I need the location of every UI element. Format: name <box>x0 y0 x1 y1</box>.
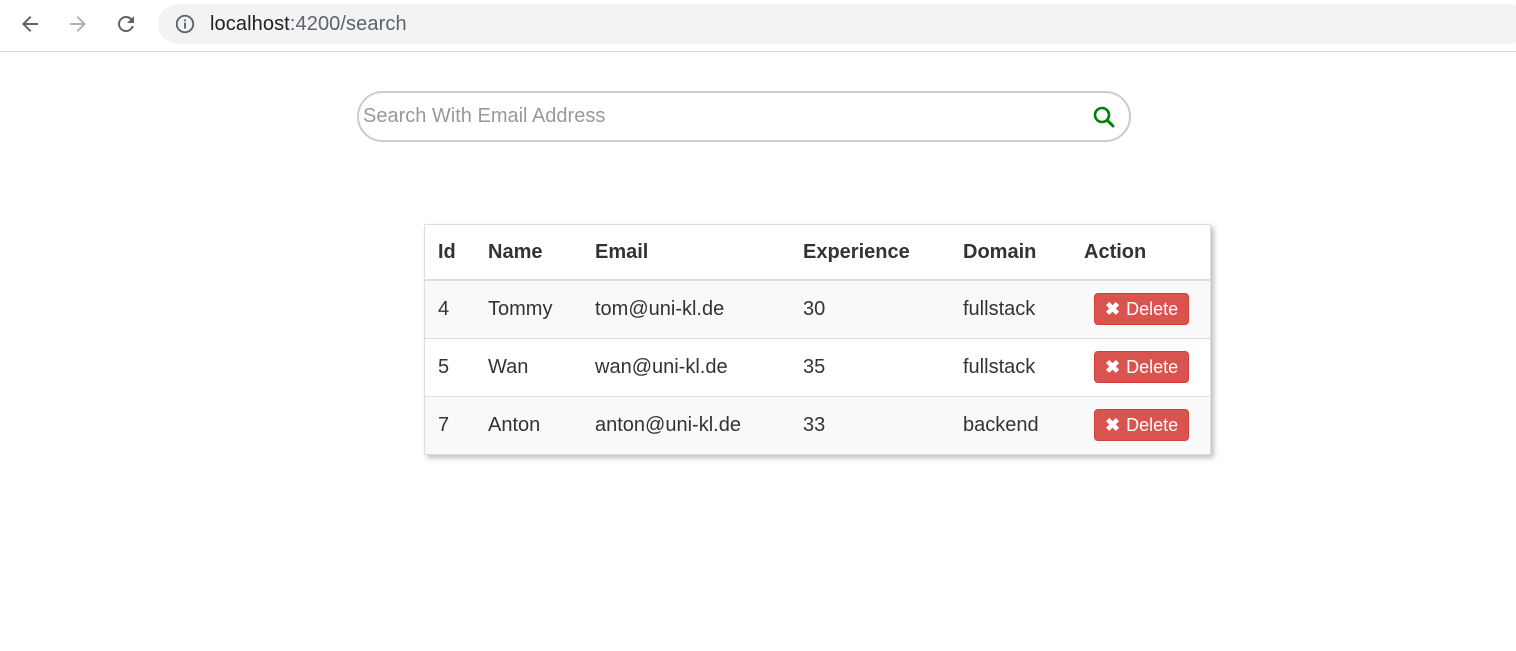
url-text: localhost:4200/search <box>210 13 407 36</box>
reload-button[interactable] <box>110 8 142 40</box>
header-email: Email <box>582 225 790 281</box>
search-input[interactable] <box>359 93 1091 140</box>
header-domain: Domain <box>950 225 1071 281</box>
cell-action: ✖ Delete <box>1071 395 1210 454</box>
cell-action: ✖ Delete <box>1071 280 1210 338</box>
cell-id: 7 <box>425 395 475 454</box>
close-icon: ✖ <box>1105 415 1121 436</box>
cell-experience: 30 <box>790 280 950 338</box>
results-table-card: Id Name Email Experience Domain Action 4… <box>424 224 1211 455</box>
delete-label: Delete <box>1126 414 1179 435</box>
search-icon[interactable] <box>1091 104 1117 130</box>
cell-email: tom@uni-kl.de <box>582 280 790 338</box>
back-button[interactable] <box>14 8 46 40</box>
url-host: localhost <box>210 12 290 35</box>
url-path: :4200/search <box>289 12 407 35</box>
table-header-row: Id Name Email Experience Domain Action <box>425 225 1210 281</box>
cell-id: 5 <box>425 337 475 396</box>
cell-email: anton@uni-kl.de <box>582 395 790 454</box>
cell-name: Anton <box>475 395 582 454</box>
delete-label: Delete <box>1126 356 1179 377</box>
cell-domain: fullstack <box>950 280 1071 338</box>
delete-label: Delete <box>1126 298 1179 319</box>
table-row: 5 Wan wan@uni-kl.de 35 fullstack ✖ Delet… <box>425 337 1210 396</box>
info-icon[interactable] <box>174 13 196 35</box>
cell-domain: backend <box>950 395 1071 454</box>
close-icon: ✖ <box>1105 299 1121 320</box>
results-table: Id Name Email Experience Domain Action 4… <box>425 225 1210 454</box>
header-name: Name <box>475 225 582 281</box>
delete-button[interactable]: ✖ Delete <box>1094 351 1190 383</box>
forward-button[interactable] <box>62 8 94 40</box>
close-icon: ✖ <box>1105 357 1121 377</box>
reload-icon <box>118 15 134 32</box>
cell-name: Wan <box>475 337 582 396</box>
arrow-left-icon <box>22 16 38 32</box>
address-bar[interactable]: localhost:4200/search <box>158 4 1516 44</box>
cell-experience: 33 <box>790 395 950 454</box>
header-id: Id <box>425 225 475 281</box>
cell-email: wan@uni-kl.de <box>582 337 790 396</box>
cell-domain: fullstack <box>950 337 1071 396</box>
cell-action: ✖ Delete <box>1071 337 1210 396</box>
cell-id: 4 <box>425 280 475 338</box>
delete-button[interactable]: ✖ Delete <box>1094 293 1190 326</box>
table-row: 7 Anton anton@uni-kl.de 33 backend ✖ Del… <box>425 395 1210 454</box>
header-action: Action <box>1071 225 1210 281</box>
cell-name: Tommy <box>475 280 582 338</box>
delete-button[interactable]: ✖ Delete <box>1094 409 1190 442</box>
header-experience: Experience <box>790 225 950 281</box>
search-box <box>357 91 1131 142</box>
browser-toolbar: localhost:4200/search <box>0 0 1516 52</box>
cell-experience: 35 <box>790 337 950 396</box>
arrow-right-icon <box>70 16 86 32</box>
table-row: 4 Tommy tom@uni-kl.de 30 fullstack ✖ Del… <box>425 280 1210 338</box>
